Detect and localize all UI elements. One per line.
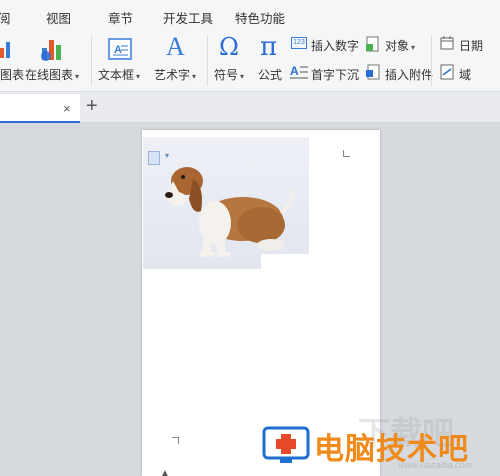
tab-view[interactable]: 视图 xyxy=(46,8,71,27)
cursor-icon: ▲ xyxy=(160,468,170,476)
layout-options-icon[interactable] xyxy=(148,151,160,165)
page-overlap xyxy=(261,254,309,270)
online-chart-icon xyxy=(41,40,61,61)
textbox-icon: A xyxy=(108,38,132,60)
document-tab[interactable]: × xyxy=(0,94,80,123)
insert-number-label: 插入数字 xyxy=(311,39,360,53)
divider xyxy=(207,36,208,86)
margin-corner-bottom-left xyxy=(172,437,179,444)
calendar-icon xyxy=(440,36,454,50)
divider xyxy=(91,36,92,86)
field-label: 域 xyxy=(459,68,472,82)
textbox-label: 文本框 ▾ xyxy=(98,68,141,82)
close-icon[interactable]: × xyxy=(63,101,71,116)
attachment-icon xyxy=(366,64,380,80)
online-chart-label: 在线图表 ▾ xyxy=(25,68,80,82)
object-icon xyxy=(366,36,379,52)
new-tab-button[interactable]: + xyxy=(86,96,98,116)
pi-icon: π xyxy=(260,32,278,62)
chevron-down-icon: ▾ xyxy=(192,72,197,81)
date-label: 日期 xyxy=(459,39,484,53)
chevron-down-icon: ▾ xyxy=(411,43,416,52)
document-tab-strip: × + xyxy=(0,92,500,123)
menu-bar: 阅 视图 章节 开发工具 特色功能 xyxy=(0,0,500,30)
chevron-down-icon: ▾ xyxy=(136,72,141,81)
chevron-down-icon: ▾ xyxy=(240,72,245,81)
ribbon: 图表 在线图表 ▾ A 文本框 ▾ A 艺术字 ▾ Ω 符号 ▾ π 公式 12… xyxy=(0,30,500,92)
field-icon xyxy=(440,64,454,80)
tab-features[interactable]: 特色功能 xyxy=(235,8,285,27)
symbol-label: 符号 ▾ xyxy=(214,68,245,82)
wordart-label: 艺术字 ▾ xyxy=(154,68,197,82)
monitor-logo-icon xyxy=(262,426,310,463)
object-label: 对象 ▾ xyxy=(385,39,416,53)
watermark: 下载吧 电脑技术吧 www.xiazaiba.com xyxy=(258,415,500,476)
number-icon: 123 xyxy=(291,37,307,49)
divider xyxy=(431,36,432,86)
dropcap-label: 首字下沉 xyxy=(311,68,360,82)
chart-icon xyxy=(0,42,10,58)
chevron-down-icon[interactable]: ▾ xyxy=(165,151,169,160)
wordart-icon: A xyxy=(166,32,185,61)
tab-chapter[interactable]: 章节 xyxy=(108,8,133,27)
chevron-down-icon: ▾ xyxy=(75,72,80,81)
tab-review[interactable]: 阅 xyxy=(0,8,11,27)
svg-text:A: A xyxy=(290,64,299,78)
dropcap-icon: A xyxy=(290,64,308,79)
attachment-label: 插入附件 xyxy=(385,68,434,82)
svg-text:A: A xyxy=(114,44,122,56)
omega-icon: Ω xyxy=(219,33,239,61)
chart-label: 图表 xyxy=(0,68,25,82)
formula-label: 公式 xyxy=(258,68,283,82)
tab-developer[interactable]: 开发工具 xyxy=(163,8,213,27)
margin-corner-top-right xyxy=(343,150,350,157)
watermark-url: www.xiazaiba.com xyxy=(398,460,473,470)
